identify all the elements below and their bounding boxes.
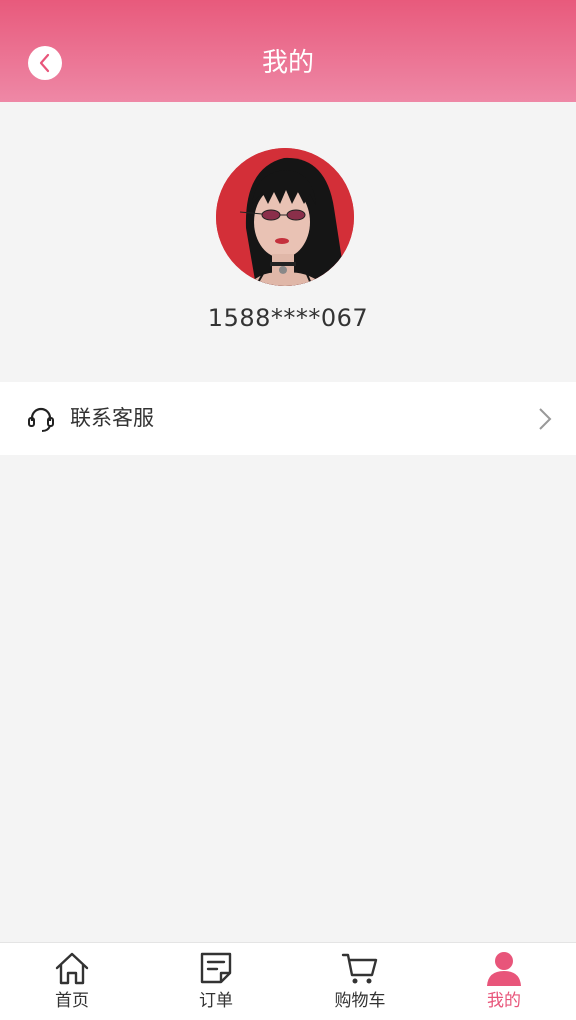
- tab-cart[interactable]: 购物车: [288, 943, 432, 1020]
- home-icon: [55, 952, 89, 985]
- tab-label: 订单: [199, 991, 233, 1011]
- page-title: 我的: [261, 48, 314, 78]
- tab-home[interactable]: 首页: [0, 943, 144, 1020]
- menu-item-label: 联系客服: [70, 406, 154, 430]
- avatar-image: [216, 148, 354, 286]
- bottom-tab-bar: 首页 订单 购物车 我的: [0, 942, 576, 1020]
- tab-label: 我的: [487, 991, 521, 1011]
- headset-icon: [28, 407, 54, 432]
- order-note-icon: [200, 952, 232, 984]
- profile-section: 1588****067: [0, 102, 576, 382]
- tab-mine[interactable]: 我的: [432, 943, 576, 1020]
- header-bar: 我的: [0, 0, 576, 102]
- tab-label: 购物车: [334, 991, 386, 1011]
- tab-label: 首页: [55, 991, 89, 1011]
- tab-orders[interactable]: 订单: [144, 943, 288, 1020]
- user-icon: [487, 952, 521, 986]
- user-phone: 1588****067: [207, 304, 369, 332]
- cart-icon: [341, 953, 378, 984]
- avatar[interactable]: [216, 148, 354, 286]
- chevron-right-icon: [539, 408, 552, 430]
- menu-item-customer-service[interactable]: 联系客服: [0, 382, 576, 455]
